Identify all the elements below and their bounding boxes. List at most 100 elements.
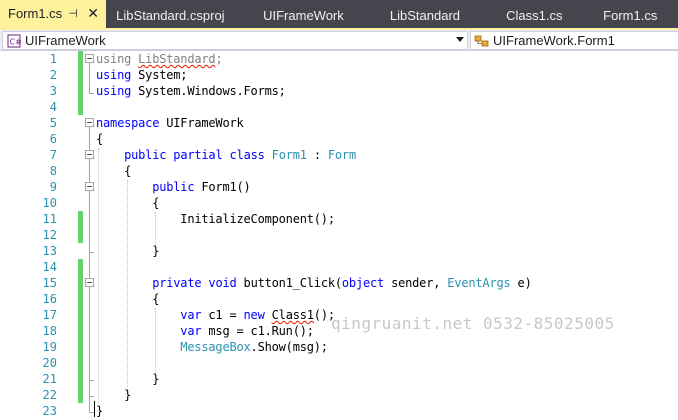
change-marker: [78, 275, 83, 291]
change-marker: [78, 51, 83, 67]
tab-label: UIFrameWork: [263, 7, 344, 23]
change-marker: [78, 227, 83, 243]
code-line[interactable]: 10 {: [0, 195, 678, 211]
line-number: 3: [49, 84, 57, 98]
code-line[interactable]: 8 {: [0, 163, 678, 179]
code-text: using LibStandard;: [96, 52, 223, 66]
line-number: 12: [42, 228, 57, 242]
code-text: {: [152, 292, 160, 306]
code-text: }: [96, 404, 104, 418]
code-line[interactable]: 2 using System;: [0, 67, 678, 83]
code-line[interactable]: 7 public partial class Form1 : Form: [0, 147, 678, 163]
change-marker: [78, 259, 83, 275]
line-number: 13: [42, 244, 57, 258]
collapse-icon[interactable]: [85, 118, 94, 127]
line-number: 8: [49, 164, 57, 178]
tab-uiframework[interactable]: UIFrameWork: [260, 0, 387, 30]
document-tab-strip: Form1.cs ⊣ ✕ LibStandard.csproj UIFrameW…: [0, 0, 678, 30]
project-combo[interactable]: C# UIFrameWork: [2, 31, 468, 50]
tab-label: LibStandard: [389, 7, 461, 23]
line-number: 1: [49, 52, 57, 66]
tab-label: Form1.cs: [603, 7, 658, 23]
code-text: namespace UIFrameWork: [96, 116, 244, 130]
code-text: }: [152, 244, 160, 258]
code-line[interactable]: 20: [0, 355, 678, 371]
code-line[interactable]: 22 }: [0, 387, 678, 403]
tab-class1-cs[interactable]: Class1.cs: [502, 0, 601, 30]
line-number: 23: [42, 404, 57, 418]
line-number: 14: [42, 260, 57, 274]
code-text: using System;: [96, 68, 188, 82]
code-text: var c1 = new Class1();: [180, 308, 335, 322]
code-line[interactable]: 4: [0, 99, 678, 115]
code-line[interactable]: 9 public Form1(): [0, 179, 678, 195]
csharp-project-icon: C#: [6, 33, 22, 49]
code-text: using System.Windows.Forms;: [96, 84, 286, 98]
line-number: 17: [42, 308, 57, 322]
change-marker: [78, 323, 83, 339]
change-marker: [78, 211, 83, 227]
code-line[interactable]: 23 }: [0, 403, 678, 419]
text-caret: [94, 401, 95, 417]
tab-libstandard[interactable]: LibStandard: [387, 0, 502, 30]
code-text: public Form1(): [152, 180, 251, 194]
code-line[interactable]: 11 InitializeComponent();: [0, 211, 678, 227]
collapse-icon[interactable]: [85, 182, 94, 191]
close-icon[interactable]: ✕: [86, 5, 100, 21]
code-text: }: [152, 372, 160, 386]
code-text: {: [152, 196, 160, 210]
type-combo-value: UIFrameWork.Form1: [493, 33, 615, 48]
line-number: 6: [49, 132, 57, 146]
navigation-bar: C# UIFrameWork UIFrameWork.Form1: [0, 30, 678, 51]
change-marker: [78, 339, 83, 355]
tab-form1-cs[interactable]: Form1.cs ⊣ ✕: [0, 0, 107, 30]
tab-label: Form1.cs: [8, 6, 63, 21]
code-line[interactable]: 12: [0, 227, 678, 243]
code-text: public partial class Form1 : Form: [124, 148, 356, 162]
code-line[interactable]: 1 using LibStandard;: [0, 51, 678, 67]
change-marker: [78, 355, 83, 371]
code-line[interactable]: 5 namespace UIFrameWork: [0, 115, 678, 131]
collapse-icon[interactable]: [85, 150, 94, 159]
change-marker: [78, 291, 83, 307]
change-marker: [78, 99, 83, 115]
type-combo[interactable]: UIFrameWork.Form1: [470, 31, 678, 50]
code-text: InitializeComponent();: [180, 212, 335, 226]
code-text: MessageBox.Show(msg);: [180, 340, 328, 354]
collapse-icon[interactable]: [85, 278, 94, 287]
tab-label: Class1.cs: [506, 7, 563, 23]
collapse-icon[interactable]: [85, 54, 94, 63]
change-marker: [78, 387, 83, 403]
tab-label: LibStandard.csproj: [116, 7, 225, 23]
tab-libstandard-csproj[interactable]: LibStandard.csproj: [106, 0, 260, 30]
code-line[interactable]: 13 }: [0, 243, 678, 259]
class-icon: [474, 33, 490, 49]
line-number: 15: [42, 276, 57, 290]
line-number: 9: [49, 180, 57, 194]
change-marker: [78, 307, 83, 323]
watermark-text: qingruanit.net 0532-85025005: [331, 314, 615, 333]
line-number: 5: [49, 116, 57, 130]
code-line[interactable]: 3 using System.Windows.Forms;: [0, 83, 678, 99]
chevron-down-icon[interactable]: [456, 37, 464, 42]
code-line[interactable]: 21 }: [0, 371, 678, 387]
change-marker: [78, 83, 83, 99]
tab-form1-cs-designer[interactable]: Form1.cs: [601, 0, 678, 30]
project-combo-value: UIFrameWork: [25, 33, 106, 48]
code-text: private void button1_Click(object sender…: [152, 276, 532, 290]
line-number: 4: [49, 100, 57, 114]
line-number: 21: [42, 372, 57, 386]
pin-icon[interactable]: ⊣: [66, 7, 80, 21]
code-line[interactable]: 6 {: [0, 131, 678, 147]
code-line[interactable]: 19 MessageBox.Show(msg);: [0, 339, 678, 355]
change-marker: [78, 67, 83, 83]
line-number: 11: [42, 212, 57, 226]
svg-text:C#: C#: [10, 37, 22, 46]
code-line[interactable]: 15 private void button1_Click(object sen…: [0, 275, 678, 291]
line-number: 18: [42, 324, 57, 338]
line-number: 16: [42, 292, 57, 306]
code-text: var msg = c1.Run();: [180, 324, 314, 338]
code-line[interactable]: 14: [0, 259, 678, 275]
code-line[interactable]: 16 {: [0, 291, 678, 307]
code-text: }: [124, 388, 132, 402]
